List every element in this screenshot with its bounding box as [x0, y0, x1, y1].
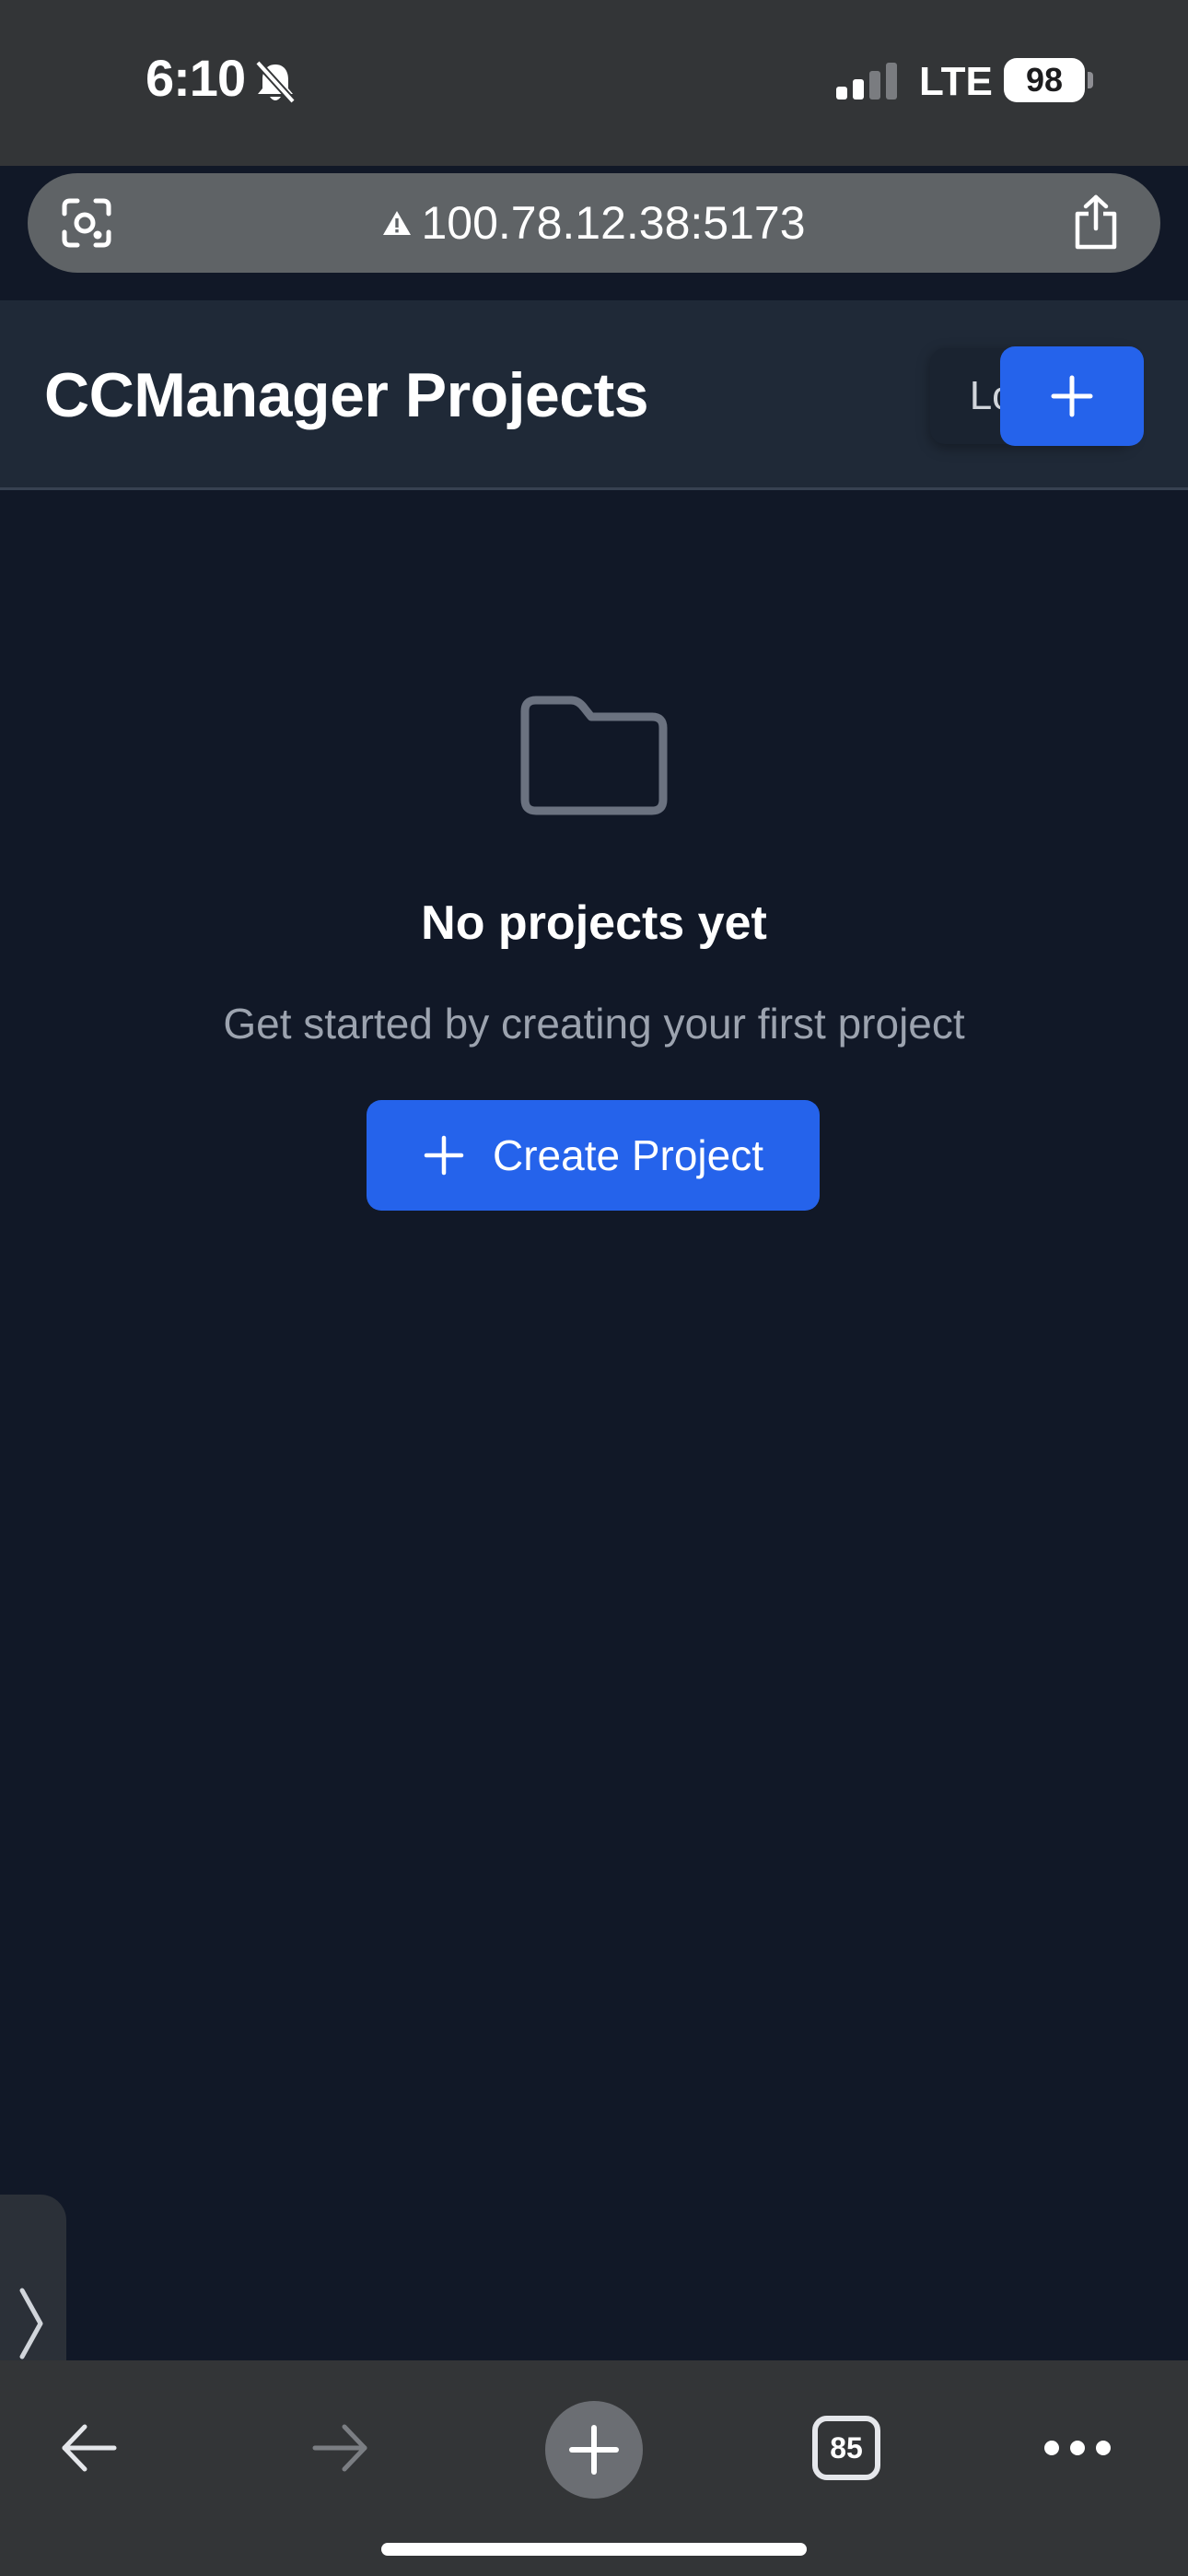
back-arrow-icon[interactable]: [57, 2416, 122, 2480]
status-time: 6:10: [146, 49, 246, 107]
page-title: CCManager Projects: [44, 360, 649, 430]
tab-switcher-icon[interactable]: 85: [812, 2416, 880, 2480]
network-type: LTE: [919, 59, 993, 104]
home-indicator: [381, 2543, 807, 2556]
plus-icon: [424, 1135, 464, 1176]
screen: 6:10 LTE 98 100.78.12.38:5173 CCManager …: [0, 0, 1188, 2576]
forward-arrow-icon[interactable]: [308, 2416, 372, 2480]
plus-icon: [1051, 375, 1093, 417]
more-dots-icon[interactable]: [1042, 2436, 1112, 2460]
share-icon[interactable]: [1070, 193, 1122, 251]
signal-bars-icon: [836, 63, 897, 100]
url-text: 100.78.12.38:5173: [421, 197, 806, 249]
bell-slash-icon: [255, 60, 296, 104]
new-tab-plus-icon: [569, 2425, 619, 2475]
url-display[interactable]: 100.78.12.38:5173: [28, 173, 1160, 273]
chevron-right-icon: [19, 2288, 43, 2359]
empty-state-subtitle: Get started by creating your first proje…: [223, 1000, 965, 1048]
not-secure-warning-icon: [383, 211, 412, 235]
folder-icon: [520, 696, 668, 815]
new-tab-button[interactable]: [545, 2401, 643, 2499]
battery-cap: [1088, 72, 1093, 88]
empty-state-title: No projects yet: [421, 896, 767, 950]
add-project-button[interactable]: [1000, 346, 1144, 446]
address-bar[interactable]: 100.78.12.38:5173: [28, 173, 1160, 273]
app-header: CCManager Projects Logout: [0, 300, 1188, 490]
status-bar: 6:10 LTE 98: [0, 0, 1188, 166]
battery-level: 98: [1004, 58, 1085, 102]
create-project-label: Create Project: [492, 1131, 763, 1179]
create-project-button[interactable]: Create Project: [367, 1100, 820, 1211]
